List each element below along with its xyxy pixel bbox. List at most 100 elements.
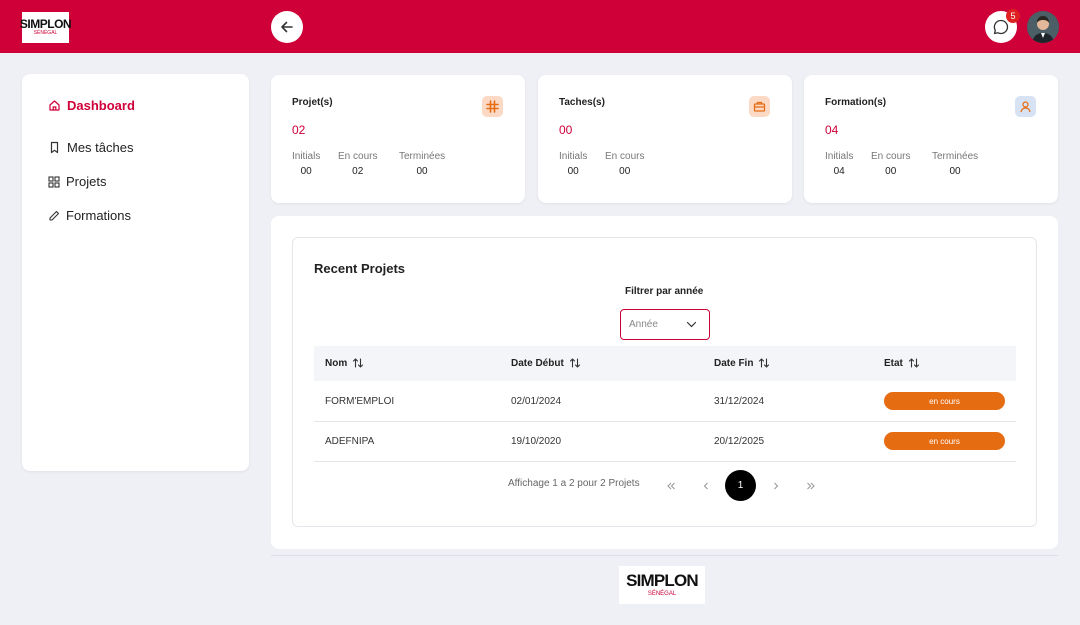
next-page-button[interactable] <box>760 470 791 501</box>
stat-value: 00 <box>300 166 312 177</box>
first-page-button[interactable] <box>655 470 686 501</box>
stat-value: 02 <box>352 166 364 177</box>
brand-name: SIMPLON <box>626 570 699 590</box>
page-1-button[interactable]: 1 <box>725 470 756 501</box>
card-count: 02 <box>292 123 306 137</box>
stat-value: 00 <box>619 166 631 177</box>
sidebar-item-label: Mes tâches <box>67 140 134 155</box>
sidebar-item-label: Formations <box>66 208 132 223</box>
arrow-left-icon <box>281 21 293 33</box>
stat-value: 04 <box>833 166 845 177</box>
brand-logo[interactable]: SIMPLON SÉNÉGAL <box>19 12 72 43</box>
stat-en-cours: En cours 00 <box>605 151 644 177</box>
stat-value: 00 <box>416 166 428 177</box>
stat-initials: Initials 00 <box>559 151 587 177</box>
table-header: Nom Date Début Date Fin Etat <box>314 346 1016 381</box>
stat-label: Terminées <box>932 151 979 162</box>
filter-label: Filtrer par année <box>625 286 704 297</box>
stat-label: En cours <box>871 151 911 162</box>
stat-label: En cours <box>605 151 645 162</box>
recent-projects-panel: Recent Projets Filtrer par année Année N… <box>271 216 1058 549</box>
avatar-image <box>1027 11 1059 43</box>
cell-date-debut: 02/01/2024 <box>511 396 562 407</box>
stat-label: Initials <box>559 151 588 162</box>
cell-date-fin: 20/12/2025 <box>714 436 765 447</box>
brand-sub: SÉNÉGAL <box>647 590 677 597</box>
footer-divider <box>271 555 1058 556</box>
chevron-right-icon <box>773 482 778 489</box>
card-formations: Formation(s) 04 Initials 04 En cours 00 Te… <box>804 75 1058 203</box>
cell-date-fin: 31/12/2024 <box>714 396 765 407</box>
sidebar-item-mes-taches[interactable]: Mes tâches <box>48 140 133 155</box>
column-label: Date Début <box>511 357 564 369</box>
sidebar-item-projets[interactable]: Projets <box>48 174 106 189</box>
sort-icon <box>759 358 770 368</box>
user-icon <box>1015 96 1036 117</box>
last-page-button[interactable] <box>795 470 826 501</box>
stat-initials: Initials 04 <box>825 151 853 177</box>
notification-badge: 5 <box>1006 9 1020 23</box>
footer-logo: SIMPLON SÉNÉGAL <box>619 566 705 604</box>
section-title: Recent Projets <box>314 261 406 276</box>
user-avatar[interactable] <box>1027 11 1059 43</box>
column-header-date-fin[interactable]: Date Fin <box>714 357 770 369</box>
pencil-icon <box>49 210 60 221</box>
back-button[interactable] <box>271 11 303 43</box>
stat-label: En cours <box>338 151 378 162</box>
brand-sub: SÉNÉGAL <box>33 30 58 36</box>
sidebar-item-formations[interactable]: Formations <box>48 208 131 223</box>
stat-en-cours: En cours 00 <box>871 151 910 177</box>
sidebar-item-label: Dashboard <box>67 98 135 113</box>
recent-projects-card: Recent Projets Filtrer par année Année N… <box>292 237 1037 527</box>
sort-icon <box>569 358 580 368</box>
sort-icon <box>353 358 364 368</box>
status-badge: en cours <box>884 432 1005 450</box>
grid-icon <box>48 175 60 188</box>
card-title: Formation(s) <box>825 97 887 108</box>
cell-date-debut: 19/10/2020 <box>511 436 562 447</box>
column-header-date-debut[interactable]: Date Début <box>511 357 581 369</box>
stat-terminees: Terminées 00 <box>932 151 978 177</box>
stat-label: Initials <box>292 151 321 162</box>
briefcase-icon <box>749 96 770 117</box>
card-title: Taches(s) <box>559 97 605 108</box>
slack-icon <box>482 96 503 117</box>
bookmark-icon <box>50 141 59 154</box>
pagination-info: Affichage 1 a 2 pour 2 Projets <box>508 478 640 489</box>
stat-en-cours: En cours 02 <box>338 151 377 177</box>
stat-label: Terminées <box>399 151 446 162</box>
sort-icon <box>908 358 919 368</box>
double-chevron-right-icon <box>806 482 815 489</box>
chevron-down-icon <box>686 321 697 328</box>
card-count: 04 <box>825 123 839 137</box>
double-chevron-left-icon <box>666 482 675 489</box>
top-header: SIMPLON SÉNÉGAL 5 <box>0 0 1080 53</box>
sidebar: Dashboard Mes tâches Projets Formations <box>22 74 249 471</box>
column-header-nom[interactable]: Nom <box>325 357 364 369</box>
stat-terminees: Terminées 00 <box>399 151 445 177</box>
card-projets: Projet(s) 02 Initials 00 En cours 02 Termi… <box>271 75 525 203</box>
stat-value: 00 <box>567 166 579 177</box>
card-title: Projet(s) <box>292 97 333 108</box>
cell-nom: ADEFNIPA <box>325 436 375 447</box>
column-label: Etat <box>884 357 903 369</box>
status-badge: en cours <box>884 392 1005 410</box>
column-header-etat[interactable]: Etat <box>884 357 920 369</box>
prev-page-button[interactable] <box>690 470 721 501</box>
brand-name: SIMPLON <box>19 17 72 31</box>
cell-nom: FORM'EMPLOI <box>325 396 395 407</box>
stat-label: Initials <box>825 151 854 162</box>
table-row[interactable]: ADEFNIPA 19/10/2020 20/12/2025 en cours <box>314 422 1016 462</box>
chevron-left-icon <box>703 482 708 489</box>
card-count: 00 <box>559 123 573 137</box>
sidebar-item-label: Projets <box>66 174 107 189</box>
table-row[interactable]: FORM'EMPLOI 02/01/2024 31/12/2024 en cou… <box>314 382 1016 422</box>
home-icon <box>49 100 60 111</box>
year-select[interactable]: Année <box>620 309 710 340</box>
column-label: Nom <box>325 357 348 369</box>
card-taches: Taches(s) 00 Initials 00 En cours 00 <box>538 75 792 203</box>
column-label: Date Fin <box>714 357 754 369</box>
stat-initials: Initials 00 <box>292 151 320 177</box>
sidebar-item-dashboard[interactable]: Dashboard <box>48 98 135 113</box>
year-select-placeholder: Année <box>629 319 658 330</box>
